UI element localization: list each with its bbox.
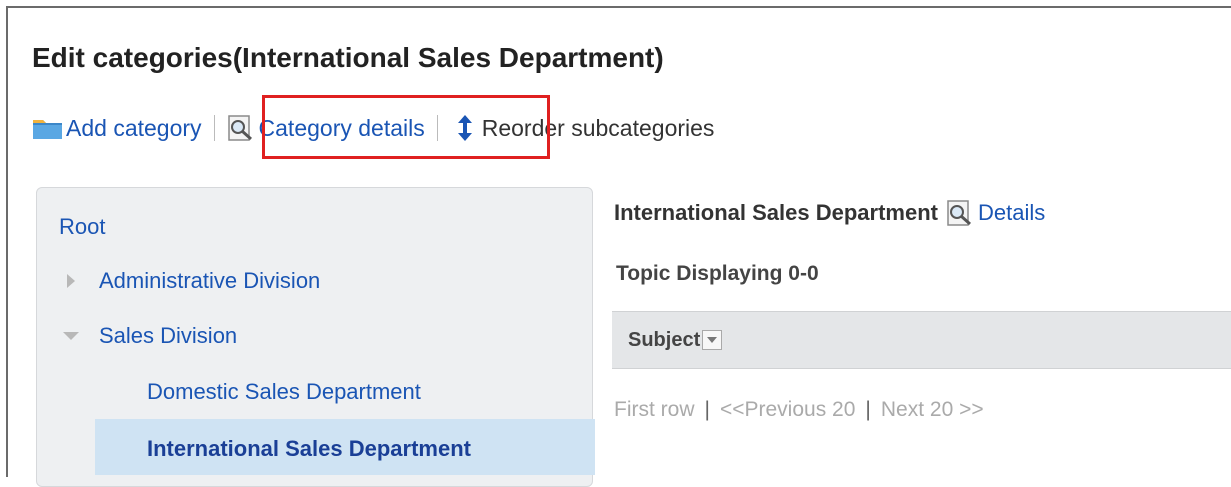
category-details-label[interactable]: Category details bbox=[259, 115, 425, 142]
tree-item-label: International Sales Department bbox=[147, 436, 471, 461]
tree-root[interactable]: Root bbox=[59, 214, 105, 240]
add-category-label[interactable]: Add category bbox=[66, 115, 202, 142]
tree-item-sales-division[interactable]: Sales Division bbox=[63, 323, 237, 349]
toolbar-separator bbox=[213, 115, 215, 141]
tree-item-label: Administrative Division bbox=[99, 268, 321, 293]
topic-count: Topic Displaying 0-0 bbox=[616, 262, 819, 285]
tree-item-label: Sales Division bbox=[99, 323, 238, 348]
tree-item-domestic-sales-department[interactable]: Domestic Sales Department bbox=[147, 379, 421, 405]
first-row-link[interactable]: First row bbox=[614, 398, 695, 422]
toolbar: Add category Category details Reorder su… bbox=[32, 106, 714, 150]
add-category-link[interactable]: Add category bbox=[32, 115, 202, 142]
category-title: International Sales Department bbox=[614, 200, 938, 225]
magnifier-page-icon bbox=[947, 200, 971, 226]
details-label[interactable]: Details bbox=[978, 200, 1045, 226]
tree-item-international-sales-department[interactable]: International Sales Department bbox=[147, 436, 471, 462]
page-title: Edit categories(International Sales Depa… bbox=[32, 42, 664, 73]
pager-separator: | bbox=[865, 398, 871, 421]
category-header: International Sales Department Details bbox=[614, 200, 1045, 226]
reorder-arrows-icon bbox=[457, 115, 472, 141]
expand-arrow-icon[interactable] bbox=[67, 274, 75, 288]
topic-table-header: Subject bbox=[612, 311, 1231, 369]
tree-item-administrative-division[interactable]: Administrative Division bbox=[67, 268, 320, 294]
magnifier-page-icon bbox=[227, 115, 252, 141]
tree-item-label: Domestic Sales Department bbox=[147, 379, 421, 404]
collapse-arrow-icon[interactable] bbox=[63, 332, 79, 340]
category-details-link[interactable]: Category details bbox=[227, 115, 425, 142]
add-folder-icon bbox=[33, 120, 62, 139]
details-link[interactable]: Details bbox=[946, 200, 1045, 226]
reorder-subcategories-label[interactable]: Reorder subcategories bbox=[482, 115, 715, 142]
category-tree-panel: Root Administrative Division Sales Divis… bbox=[36, 187, 595, 487]
previous-page-link[interactable]: <<Previous 20 bbox=[720, 398, 855, 422]
pager-separator: | bbox=[704, 398, 710, 421]
next-page-link[interactable]: Next 20 >> bbox=[881, 398, 984, 422]
subject-column-header[interactable]: Subject bbox=[628, 329, 700, 352]
toolbar-separator bbox=[436, 115, 438, 141]
pagination: First row | <<Previous 20 | Next 20 >> bbox=[614, 398, 984, 422]
reorder-subcategories-link[interactable]: Reorder subcategories bbox=[450, 114, 715, 142]
sort-dropdown-icon[interactable] bbox=[702, 330, 723, 350]
